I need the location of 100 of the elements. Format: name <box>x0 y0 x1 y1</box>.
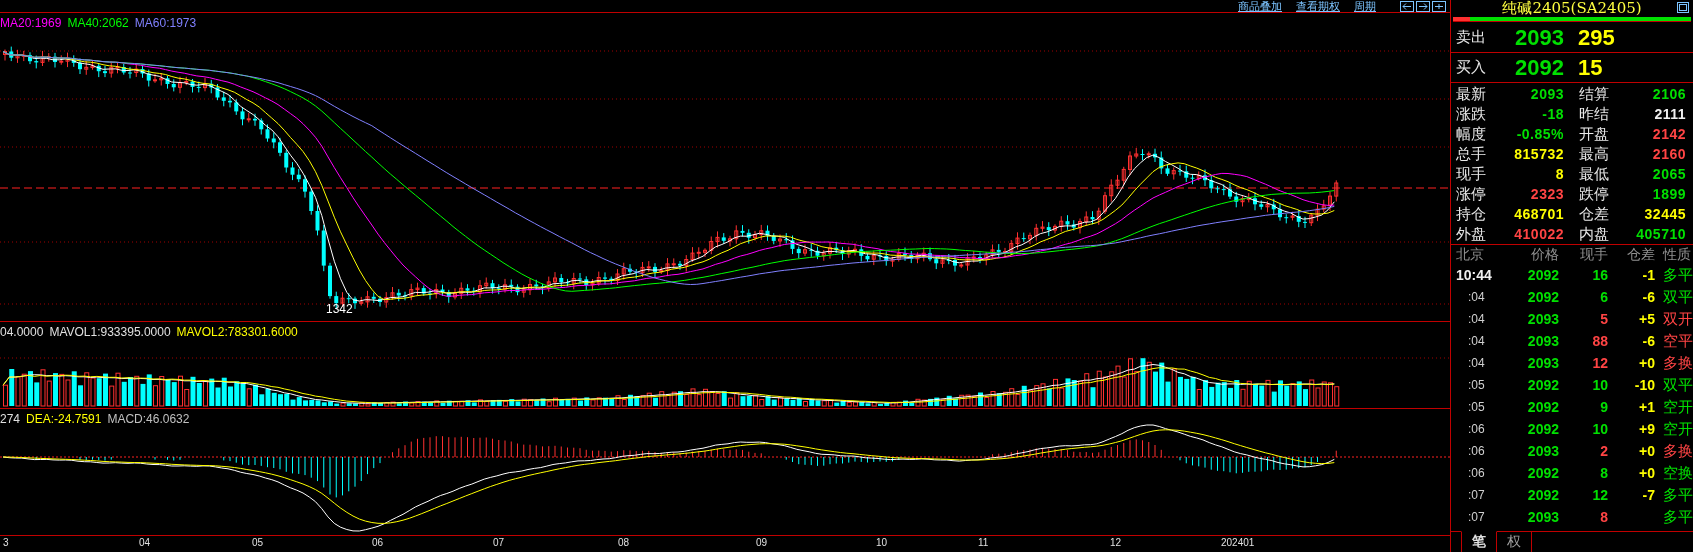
toolbar-link[interactable]: 周期 <box>1354 1 1376 12</box>
trade-type: 双平 <box>1662 287 1693 307</box>
stat-label: 昨结 <box>1578 104 1610 124</box>
trade-volume: 5 <box>1599 311 1608 327</box>
trade-time: :04 <box>1467 334 1486 348</box>
axis-label: 12 <box>1110 537 1122 548</box>
trade-price: 2093 <box>1526 355 1559 371</box>
indicator-label: 274 <box>0 412 21 426</box>
trade-price: 2093 <box>1526 311 1559 327</box>
trade-time: :04 <box>1467 290 1486 304</box>
axis-label: 04 <box>139 537 151 548</box>
trade-volume: 12 <box>1591 487 1608 503</box>
stat-value: 410022 <box>1513 226 1564 242</box>
column-header: 北京 <box>1456 245 1485 264</box>
trade-position-change: +1 <box>1638 399 1655 415</box>
trade-time: :04 <box>1467 356 1486 370</box>
trade-type: 多换 <box>1662 441 1693 461</box>
stat-value: 2093 <box>1529 86 1564 102</box>
panel-tab[interactable]: 笔 <box>1461 531 1497 552</box>
stat-value: 8 <box>1554 166 1564 182</box>
trade-volume: 10 <box>1591 377 1608 393</box>
quote-price: 2093 <box>1514 24 1564 51</box>
toolbar-link[interactable]: 查看期权 <box>1296 1 1340 12</box>
trade-time: :04 <box>1467 312 1486 326</box>
stat-value: 32445 <box>1643 206 1686 222</box>
stat-label: 最低 <box>1578 164 1610 184</box>
stat-label: 内盘 <box>1578 224 1610 244</box>
stat-label: 结算 <box>1578 84 1610 104</box>
trade-price: 2093 <box>1526 509 1559 525</box>
stat-label: 开盘 <box>1578 124 1610 144</box>
column-header: 性质 <box>1661 245 1692 264</box>
trade-volume: 10 <box>1591 421 1608 437</box>
indicator-label: MA60:1973 <box>134 16 197 30</box>
stat-value: 2111 <box>1653 106 1686 122</box>
stat-label: 最新 <box>1456 84 1487 104</box>
trade-position-change: +0 <box>1638 465 1655 481</box>
trade-type: 多换 <box>1662 353 1693 373</box>
trade-type: 空平 <box>1662 331 1693 351</box>
quote-price: 2092 <box>1514 54 1564 81</box>
quote-label: 卖出 <box>1456 28 1487 47</box>
trade-time: :06 <box>1467 422 1486 436</box>
stat-value: 405710 <box>1635 226 1686 242</box>
stat-value: 2323 <box>1529 186 1564 202</box>
stat-value: 815732 <box>1513 146 1564 162</box>
axis-label: 11 <box>978 537 989 548</box>
stat-label: 跌停 <box>1578 184 1610 204</box>
trade-position-change: +5 <box>1638 311 1655 327</box>
trade-position-change: -6 <box>1641 333 1655 349</box>
trade-type: 多平 <box>1662 485 1693 505</box>
trade-time: :06 <box>1467 444 1486 458</box>
trade-position-change: -1 <box>1641 267 1655 283</box>
trade-time: :07 <box>1467 510 1486 524</box>
axis-label: 07 <box>493 537 505 548</box>
indicator-label: DEA:-24.7591 <box>26 412 102 426</box>
trade-price: 2092 <box>1526 289 1559 305</box>
stat-value: -0.85% <box>1515 126 1564 142</box>
quote-label: 买入 <box>1456 58 1487 77</box>
stat-value: 2160 <box>1651 146 1686 162</box>
trade-volume: 16 <box>1591 267 1608 283</box>
trade-type: 空开 <box>1662 397 1693 417</box>
stat-label: 持仓 <box>1456 204 1487 224</box>
trade-price: 2092 <box>1526 399 1559 415</box>
trade-volume: 9 <box>1599 399 1608 415</box>
stat-label: 仓差 <box>1578 204 1610 224</box>
axis-label: 10 <box>876 537 888 548</box>
stat-value: -18 <box>1541 106 1564 122</box>
trade-time: :06 <box>1467 466 1486 480</box>
column-header: 仓差 <box>1626 245 1655 264</box>
stat-label: 最高 <box>1578 144 1610 164</box>
trade-type: 空开 <box>1662 419 1693 439</box>
axis-label: 09 <box>756 537 768 548</box>
trade-type: 空换 <box>1662 463 1693 483</box>
stat-value: 2065 <box>1651 166 1686 182</box>
trade-type: 双开 <box>1662 309 1693 329</box>
indicator-label: 04.0000 <box>0 325 44 339</box>
toolbar-link[interactable]: 商品叠加 <box>1238 1 1282 12</box>
trade-price: 2092 <box>1526 487 1559 503</box>
stat-label: 现手 <box>1456 164 1487 184</box>
stat-label: 外盘 <box>1456 224 1487 244</box>
stat-value: 2106 <box>1651 86 1686 102</box>
trade-volume: 2 <box>1599 443 1608 459</box>
trade-price: 2092 <box>1526 267 1559 283</box>
indicator-label: MAVOL2:783301.6000 <box>176 325 298 339</box>
indicator-label: MA20:1969 <box>0 16 62 30</box>
trade-time: :05 <box>1467 400 1486 414</box>
trade-volume: 12 <box>1591 355 1608 371</box>
trade-position-change: +0 <box>1638 355 1655 371</box>
stat-value: 1899 <box>1651 186 1686 202</box>
axis-label: 202401 <box>1221 537 1255 548</box>
stat-label: 总手 <box>1456 144 1487 164</box>
low-price-label: 1342 <box>326 302 353 316</box>
trade-position-change: +9 <box>1638 421 1655 437</box>
trade-price: 2092 <box>1526 421 1559 437</box>
trade-volume: 8 <box>1599 509 1608 525</box>
trade-position-change: -6 <box>1641 289 1655 305</box>
axis-label: 05 <box>252 537 264 548</box>
trade-time: 10:44 <box>1456 267 1493 283</box>
indicator-label: MA40:2062 <box>67 16 129 30</box>
column-header: 价格 <box>1530 245 1559 264</box>
trade-price: 2093 <box>1526 333 1559 349</box>
